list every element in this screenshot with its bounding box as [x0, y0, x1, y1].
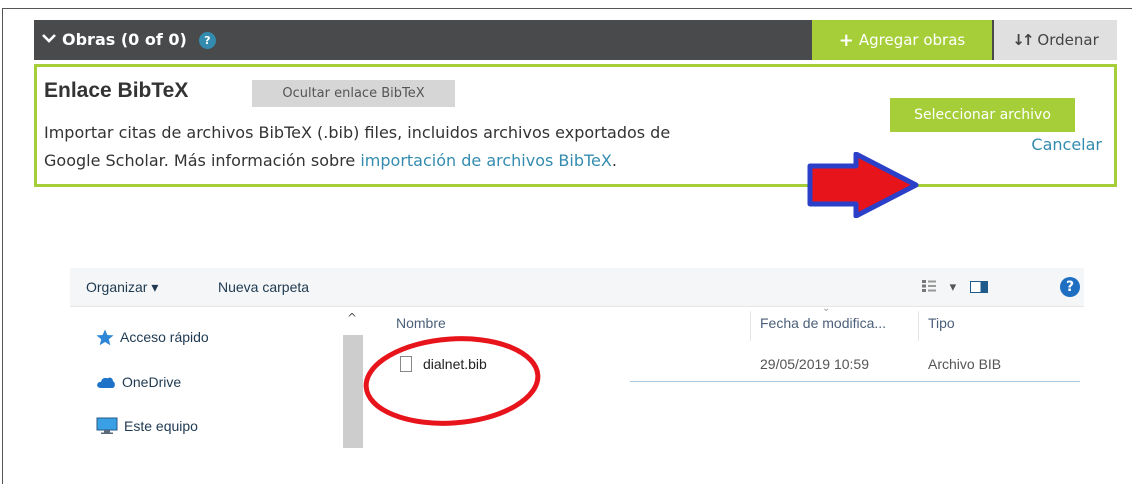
- bibtex-import-link[interactable]: importación de archivos BibTeX: [360, 151, 612, 170]
- nav-item-this-pc[interactable]: Este equipo: [96, 414, 198, 438]
- row-divider: [630, 381, 1080, 382]
- computer-icon: [96, 417, 118, 434]
- column-separator[interactable]: [750, 311, 751, 341]
- file-date: 29/05/2019 10:59: [760, 356, 869, 372]
- file-type: Archivo BIB: [928, 356, 1002, 372]
- select-file-button[interactable]: Seleccionar archivo: [890, 98, 1075, 132]
- view-options-button[interactable]: ▾: [922, 268, 956, 306]
- add-works-button[interactable]: + Agregar obras: [812, 20, 992, 60]
- nav-item-onedrive[interactable]: OneDrive: [96, 370, 181, 394]
- sort-caret-icon: ⌄: [822, 303, 831, 314]
- sort-label: Ordenar: [1037, 31, 1099, 49]
- column-name[interactable]: Nombre: [396, 315, 446, 331]
- annotation-circle-icon: [363, 336, 541, 426]
- column-separator[interactable]: [918, 311, 919, 341]
- column-date[interactable]: Fecha de modifica...: [760, 315, 886, 331]
- nav-item-quick-access[interactable]: Acceso rápido: [96, 325, 209, 349]
- file-open-dialog: Organizar ▾ Nueva carpeta ▾ ? ^ ⌄ Nombre…: [70, 268, 1084, 448]
- plus-icon: +: [838, 29, 854, 51]
- view-dropdown-caret: ▾: [949, 279, 957, 294]
- nav-item-label: Este equipo: [124, 418, 198, 434]
- dialog-toolbar: Organizar ▾ Nueva carpeta ▾ ?: [70, 268, 1084, 307]
- help-icon[interactable]: ?: [198, 31, 216, 49]
- bibtex-desc-suffix: .: [611, 151, 617, 170]
- preview-pane-icon[interactable]: [970, 281, 988, 293]
- add-works-label: Agregar obras: [858, 31, 966, 49]
- bibtex-title: Enlace BibTeX: [44, 79, 189, 102]
- organize-menu[interactable]: Organizar ▾: [86, 268, 158, 306]
- star-icon: [96, 329, 114, 345]
- works-toggle[interactable]: Obras (0 of 0) ?: [42, 20, 216, 60]
- bibtex-description: Importar citas de archivos BibTeX (.bib)…: [44, 119, 814, 175]
- bibtex-desc-line1: Importar citas de archivos BibTeX (.bib)…: [44, 123, 671, 142]
- column-type[interactable]: Tipo: [928, 315, 955, 331]
- cancel-link[interactable]: Cancelar: [1031, 135, 1102, 154]
- nav-item-label: Acceso rápido: [120, 329, 209, 345]
- hide-bibtex-button[interactable]: Ocultar enlace BibTeX: [252, 80, 455, 107]
- sort-button[interactable]: ↓↑ Ordenar: [994, 20, 1117, 60]
- scroll-up-icon[interactable]: ^: [347, 311, 357, 325]
- annotation-arrow-icon: [807, 152, 919, 218]
- bibtex-desc-line2: Google Scholar. Más información sobre: [44, 151, 361, 170]
- nav-scrollbar[interactable]: ^: [343, 307, 363, 448]
- nav-item-label: OneDrive: [122, 374, 182, 390]
- works-title: Obras (0 of 0): [62, 30, 187, 49]
- scrollbar-thumb[interactable]: [343, 335, 363, 448]
- view-grid-icon: [922, 280, 936, 292]
- works-header: Obras (0 of 0) ? + Agregar obras ↓↑ Orde…: [34, 20, 1117, 60]
- cloud-icon: [97, 377, 115, 388]
- sort-icon: ↓↑: [1012, 31, 1034, 49]
- help-icon[interactable]: ?: [1060, 277, 1080, 297]
- chevron-down-icon: [42, 20, 56, 60]
- new-folder-button[interactable]: Nueva carpeta: [218, 268, 309, 306]
